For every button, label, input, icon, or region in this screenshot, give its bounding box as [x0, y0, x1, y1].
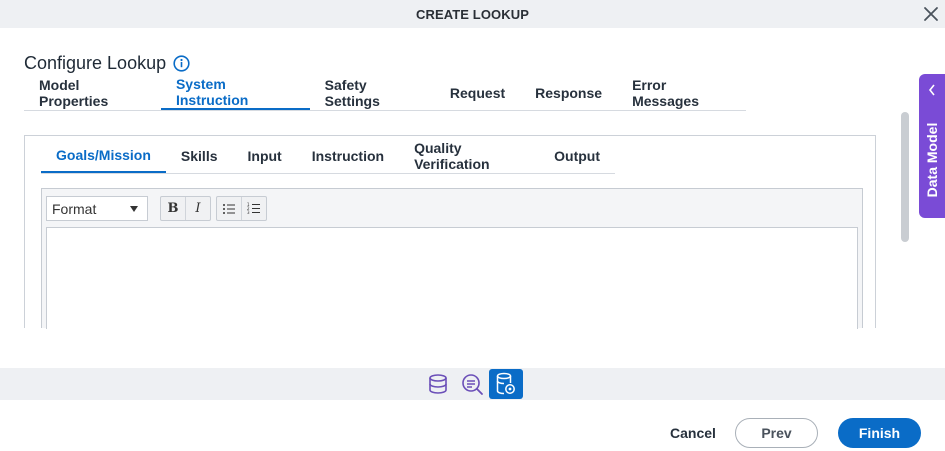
finish-button[interactable]: Finish: [838, 418, 921, 448]
scrollbar-thumb[interactable]: [901, 112, 909, 242]
dialog-title: CREATE LOOKUP: [415, 7, 529, 22]
italic-button[interactable]: I: [185, 197, 210, 220]
bulleted-list-icon: [223, 203, 235, 214]
subtab-quality-verification[interactable]: Quality Verification: [399, 138, 539, 173]
database-settings-icon: [496, 372, 515, 395]
data-model-side-tab[interactable]: Data Model: [919, 74, 945, 218]
close-icon[interactable]: [921, 4, 941, 24]
numbered-list-icon: 123: [247, 202, 260, 215]
database-settings-button[interactable]: [489, 369, 523, 399]
dialog-title-bar: CREATE LOOKUP: [0, 0, 945, 28]
text-style-group: B I: [160, 196, 211, 221]
info-icon[interactable]: [173, 54, 190, 72]
system-instruction-panel: Goals/Mission Skills Input Instruction Q…: [24, 135, 876, 329]
main-tabs: Model Properties System Instruction Safe…: [24, 76, 746, 111]
database-icon[interactable]: [426, 372, 450, 396]
search-list-icon[interactable]: [460, 372, 484, 396]
format-dropdown-label: Format: [52, 200, 97, 217]
tab-error-messages[interactable]: Error Messages: [617, 76, 746, 110]
format-dropdown[interactable]: Format: [46, 196, 148, 221]
rich-text-editor: Format B I 123: [41, 188, 863, 329]
tab-request[interactable]: Request: [435, 76, 520, 110]
data-model-label: Data Model: [924, 122, 940, 198]
subtab-goals-mission[interactable]: Goals/Mission: [41, 138, 166, 173]
page-title: Configure Lookup: [24, 52, 167, 73]
tab-response[interactable]: Response: [520, 76, 617, 110]
numbered-list-button[interactable]: 123: [241, 197, 266, 220]
tab-system-instruction[interactable]: System Instruction: [160, 76, 310, 110]
tab-safety-settings[interactable]: Safety Settings: [310, 76, 435, 110]
subtab-output[interactable]: Output: [539, 138, 615, 173]
prev-button[interactable]: Prev: [735, 418, 818, 448]
cancel-button[interactable]: Cancel: [662, 418, 724, 448]
editor-text-area[interactable]: [46, 227, 858, 329]
tab-model-properties[interactable]: Model Properties: [24, 76, 161, 110]
subtab-instruction[interactable]: Instruction: [297, 138, 399, 173]
subtab-input[interactable]: Input: [233, 138, 297, 173]
instruction-subtabs: Goals/Mission Skills Input Instruction Q…: [41, 138, 615, 174]
list-group: 123: [216, 196, 267, 221]
subtab-skills[interactable]: Skills: [166, 138, 233, 173]
bulleted-list-button[interactable]: [217, 197, 241, 220]
bottom-icon-bar: [0, 368, 945, 400]
page-header: Configure Lookup: [24, 52, 190, 74]
svg-text:3: 3: [247, 210, 250, 215]
chevron-left-icon: [928, 84, 935, 96]
chevron-down-icon: [130, 206, 138, 212]
bold-button[interactable]: B: [161, 197, 185, 220]
